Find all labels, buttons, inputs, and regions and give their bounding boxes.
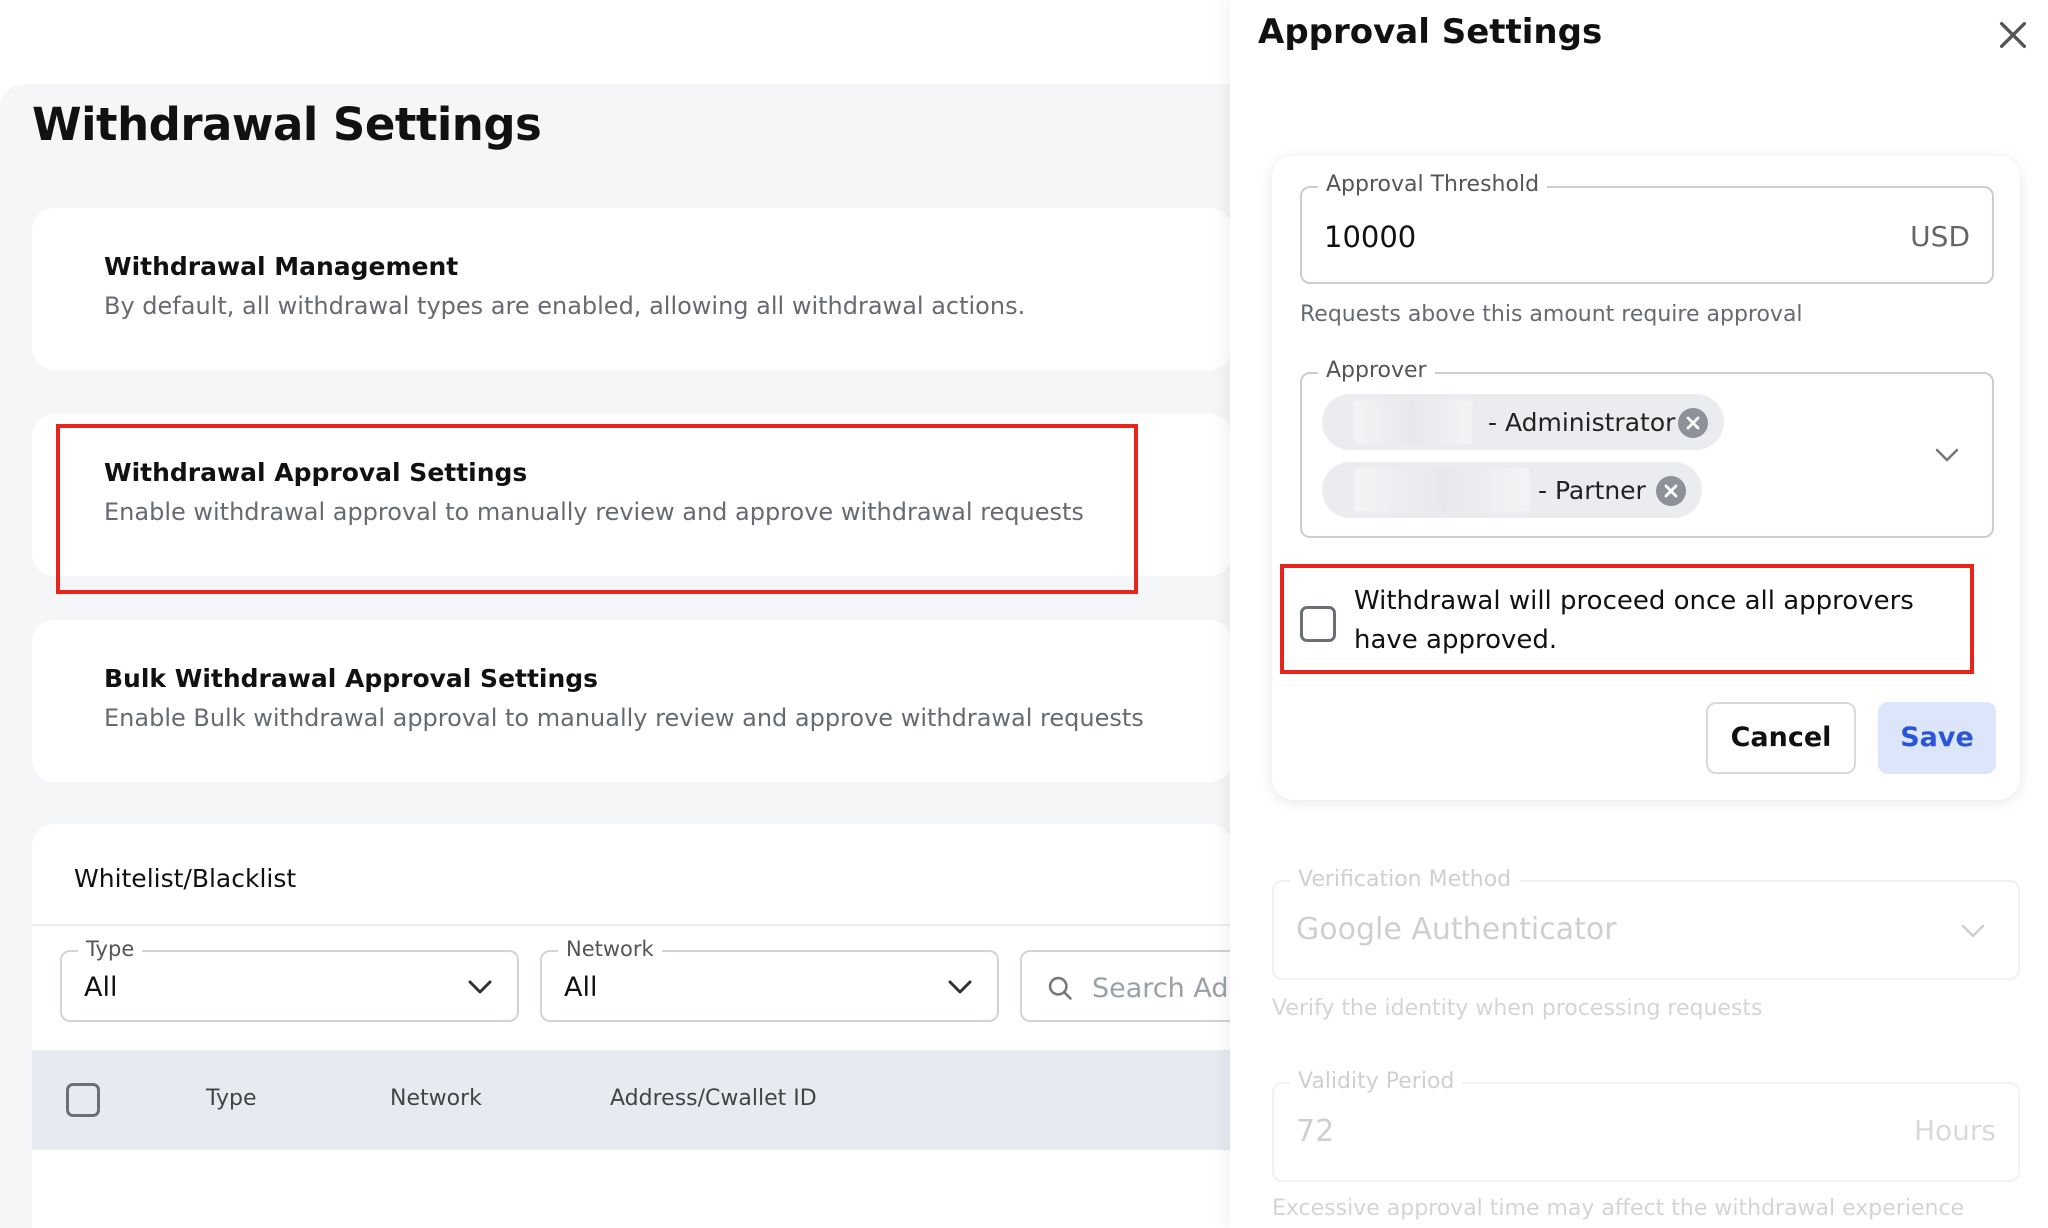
- approval-threshold-value[interactable]: 10000: [1324, 220, 1416, 254]
- divider: [32, 924, 1232, 926]
- whitelist-card: Whitelist/Blacklist: [32, 824, 1232, 1228]
- approver-select[interactable]: Approver - Administrator - Partner: [1300, 358, 1994, 538]
- approver-chip: - Administrator: [1322, 394, 1724, 450]
- verification-method-label: Verification Method: [1290, 867, 1520, 892]
- chevron-down-icon: [468, 980, 492, 994]
- search-placeholder: Search Add: [1092, 973, 1246, 1004]
- approval-threshold-field[interactable]: Approval Threshold 10000 USD: [1300, 172, 1994, 284]
- validity-period-label: Validity Period: [1290, 1069, 1463, 1094]
- network-select-label: Network: [558, 937, 662, 961]
- verification-method-select: Verification Method Google Authenticator: [1272, 867, 2020, 980]
- page-title: Withdrawal Settings: [32, 98, 542, 151]
- approval-threshold-label: Approval Threshold: [1318, 172, 1548, 197]
- search-input[interactable]: Search Add: [1020, 950, 1260, 1022]
- redacted-name: [1354, 468, 1530, 512]
- approval-settings-drawer: Approval Settings Approval Threshold 100…: [1230, 0, 2048, 1228]
- validity-period-value: 72: [1296, 1114, 1335, 1149]
- approver-label: Approver: [1318, 358, 1435, 383]
- redacted-name: [1354, 400, 1472, 444]
- column-header-network: Network: [390, 1086, 482, 1111]
- type-select-value: All: [84, 972, 118, 1003]
- verification-method-value: Google Authenticator: [1296, 912, 1617, 947]
- column-header-address: Address/Cwallet ID: [610, 1086, 817, 1111]
- drawer-title: Approval Settings: [1258, 12, 1603, 52]
- remove-chip-icon[interactable]: [1656, 476, 1686, 506]
- card-description: Enable Bulk withdrawal approval to manua…: [104, 704, 1144, 732]
- network-select-value: All: [564, 972, 598, 1003]
- network-select[interactable]: Network All: [540, 937, 999, 1022]
- all-approvers-checkbox-label[interactable]: Withdrawal will proceed once all approve…: [1354, 582, 1964, 660]
- approval-threshold-helper: Requests above this amount require appro…: [1300, 302, 1803, 327]
- card-withdrawal-management[interactable]: Withdrawal Management By default, all wi…: [32, 208, 1232, 370]
- approver-chip: - Partner: [1322, 462, 1702, 518]
- select-all-checkbox[interactable]: [66, 1083, 100, 1117]
- whitelist-title: Whitelist/Blacklist: [74, 864, 297, 893]
- validity-period-unit: Hours: [1913, 1114, 1996, 1147]
- all-approvers-checkbox[interactable]: [1300, 606, 1336, 642]
- chevron-down-icon: [1961, 924, 1985, 938]
- validity-period-helper: Excessive approval time may affect the w…: [1272, 1196, 1965, 1221]
- card-description: By default, all withdrawal types are ena…: [104, 292, 1026, 320]
- cancel-button[interactable]: Cancel: [1706, 702, 1856, 774]
- chevron-down-icon: [948, 980, 972, 994]
- column-header-type: Type: [206, 1086, 257, 1111]
- main-page: Withdrawal Settings Withdrawal Managemen…: [0, 0, 1260, 1228]
- approver-chip-role: - Partner: [1538, 476, 1646, 505]
- type-select-label: Type: [78, 937, 143, 961]
- table-header: Type Network Address/Cwallet ID: [32, 1050, 1232, 1150]
- validity-period-field: Validity Period 72 Hours: [1272, 1069, 2020, 1182]
- currency-unit: USD: [1910, 220, 1970, 253]
- card-title: Withdrawal Management: [104, 252, 459, 281]
- remove-chip-icon[interactable]: [1678, 408, 1708, 438]
- save-button[interactable]: Save: [1878, 702, 1996, 774]
- card-bulk-withdrawal-approval[interactable]: Bulk Withdrawal Approval Settings Enable…: [32, 620, 1232, 782]
- card-title: Bulk Withdrawal Approval Settings: [104, 664, 599, 693]
- verification-method-helper: Verify the identity when processing requ…: [1272, 996, 1763, 1021]
- highlight-box: [56, 424, 1138, 594]
- approver-chip-role: - Administrator: [1488, 408, 1676, 437]
- type-select[interactable]: Type All: [60, 937, 519, 1022]
- close-icon[interactable]: [1996, 18, 2030, 52]
- chevron-down-icon: [1935, 448, 1959, 462]
- approval-form-card: Approval Threshold 10000 USD Requests ab…: [1272, 156, 2020, 800]
- all-approvers-checkbox-row: Withdrawal will proceed once all approve…: [1280, 564, 1974, 674]
- search-icon: [1048, 976, 1072, 1000]
